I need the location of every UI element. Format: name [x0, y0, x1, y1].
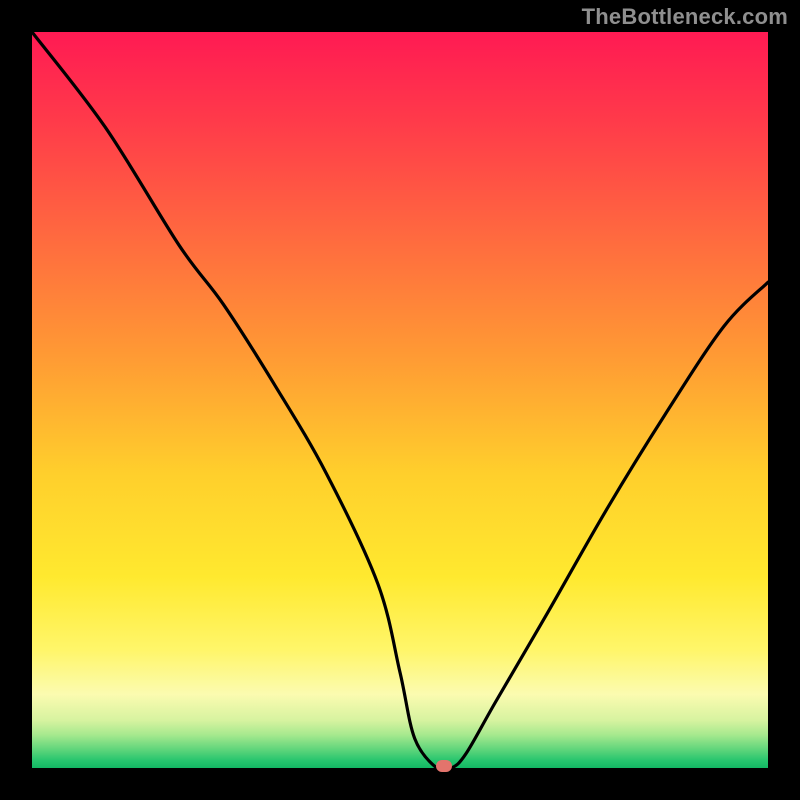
background-gradient: [32, 32, 768, 768]
watermark-text: TheBottleneck.com: [582, 4, 788, 30]
plot-area: [32, 32, 768, 768]
chart-frame: TheBottleneck.com: [0, 0, 800, 800]
minimum-marker: [436, 760, 452, 772]
